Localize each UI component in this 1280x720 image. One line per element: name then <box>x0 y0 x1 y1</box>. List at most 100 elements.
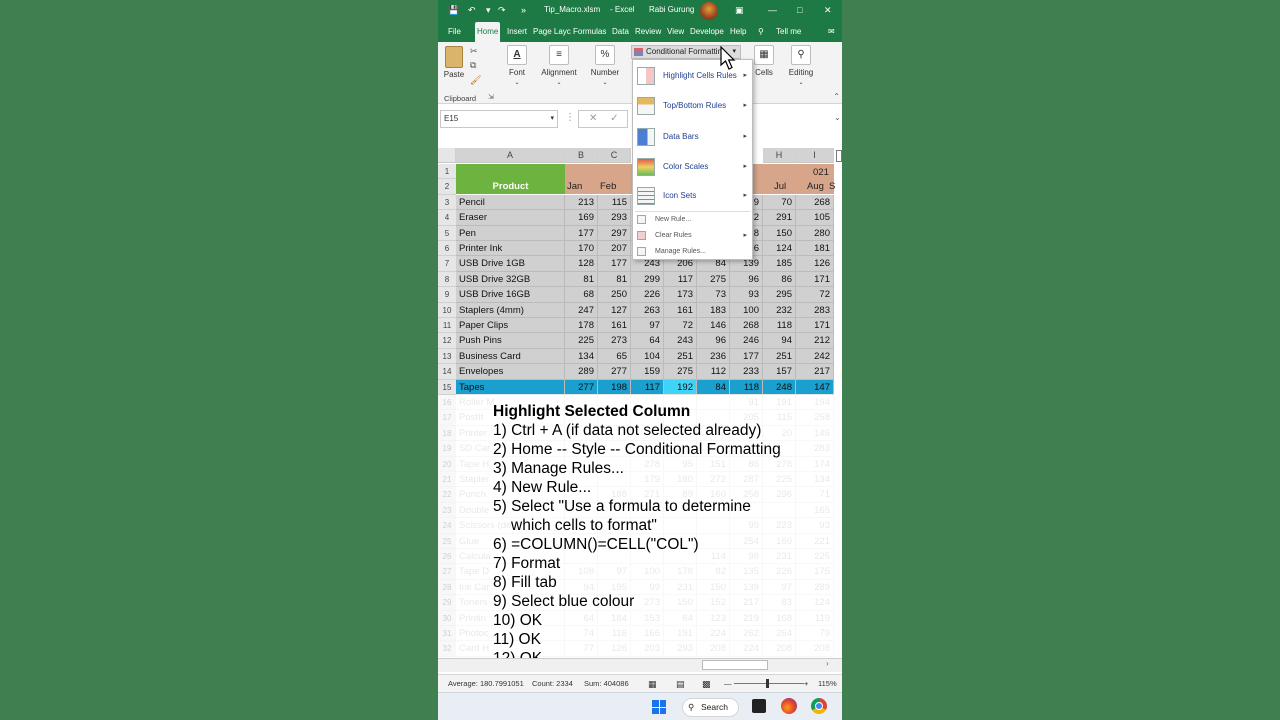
product-name-cell[interactable]: Printer Ink <box>456 241 565 257</box>
row-header[interactable]: 7 <box>438 256 456 272</box>
row-header[interactable]: 5 <box>438 225 456 241</box>
value-cell[interactable]: 251 <box>763 348 796 365</box>
value-cell[interactable]: 177 <box>565 225 598 241</box>
row-header[interactable]: 16 <box>438 395 456 411</box>
column-header-a[interactable]: A <box>456 148 565 163</box>
tab-insert[interactable]: Insert <box>505 22 529 42</box>
product-name-cell[interactable]: USB Drive 1GB <box>456 256 565 272</box>
value-cell[interactable]: 213 <box>565 194 598 211</box>
value-cell[interactable]: 93 <box>730 287 763 303</box>
value-cell[interactable]: 185 <box>763 256 796 272</box>
copy-icon[interactable]: ⧉ <box>470 60 476 71</box>
tab-review[interactable]: Review <box>633 22 663 42</box>
tab-developer[interactable]: Develope <box>688 22 726 42</box>
value-cell[interactable]: 207 <box>598 241 631 257</box>
value-cell[interactable]: 217 <box>796 364 834 380</box>
font-group-button[interactable]: A Font ⌄ <box>504 45 530 86</box>
tab-file[interactable]: File <box>446 22 463 42</box>
zoom-out-icon[interactable]: — <box>724 675 732 693</box>
cells-group-button[interactable]: ▦ Cells <box>752 45 776 77</box>
row-header[interactable]: 6 <box>438 241 456 257</box>
column-header-c[interactable]: C <box>598 148 631 163</box>
zoom-level[interactable]: 115% <box>818 675 837 693</box>
menu-item-manage-rules[interactable]: Manage Rules... <box>633 245 752 259</box>
value-cell[interactable]: 275 <box>664 364 697 380</box>
row-header[interactable]: 10 <box>438 302 456 318</box>
row-header[interactable]: 21 <box>438 472 456 488</box>
value-cell[interactable]: 289 <box>565 364 598 380</box>
value-cell[interactable]: 94 <box>763 333 796 349</box>
row-header[interactable]: 9 <box>438 287 456 303</box>
value-cell[interactable]: 247 <box>565 302 598 318</box>
value-cell[interactable]: 112 <box>697 364 730 380</box>
value-cell[interactable]: 273 <box>598 333 631 349</box>
value-cell[interactable]: 157 <box>763 364 796 380</box>
value-cell[interactable]: 118 <box>763 318 796 334</box>
row-header[interactable]: 28 <box>438 579 456 596</box>
product-name-cell[interactable]: Staplers (4mm) <box>456 302 565 318</box>
vertical-scroll-thumb[interactable] <box>836 150 842 162</box>
taskbar-search[interactable]: ⚲ Search <box>682 698 739 717</box>
row-header[interactable]: 25 <box>438 533 456 549</box>
more-commands-icon[interactable]: » <box>521 4 526 16</box>
value-cell[interactable]: 115 <box>598 194 631 211</box>
value-cell[interactable]: 84 <box>697 379 730 395</box>
row-header[interactable]: 11 <box>438 318 456 334</box>
value-cell[interactable]: 297 <box>598 225 631 241</box>
row-header[interactable]: 31 <box>438 626 456 642</box>
value-cell[interactable]: 275 <box>697 271 730 288</box>
alignment-group-button[interactable]: ≡ Alignment ⌄ <box>538 45 580 86</box>
value-cell[interactable]: 65 <box>598 348 631 365</box>
value-cell[interactable]: 242 <box>796 348 834 365</box>
menu-item-data-bars[interactable]: Data Bars ▸ <box>633 125 752 149</box>
comments-icon[interactable]: ✉ <box>826 22 837 42</box>
value-cell[interactable]: 100 <box>730 302 763 318</box>
value-cell[interactable]: 169 <box>565 210 598 226</box>
row-header-1[interactable]: 1 <box>438 164 456 180</box>
horizontal-scrollbar-thumb[interactable] <box>702 660 768 670</box>
undo-dropdown-icon[interactable]: ▾ <box>486 4 491 16</box>
row-header[interactable]: 23 <box>438 502 456 519</box>
tell-me-search[interactable]: Tell me <box>774 22 803 42</box>
row-header[interactable]: 22 <box>438 487 456 503</box>
row-header[interactable]: 3 <box>438 194 456 211</box>
value-cell[interactable]: 236 <box>697 348 730 365</box>
avatar[interactable] <box>700 2 718 20</box>
value-cell[interactable]: 81 <box>565 271 598 288</box>
close-icon[interactable]: ✕ <box>824 4 832 16</box>
lightbulb-icon[interactable]: ⚲ <box>756 22 766 42</box>
value-cell[interactable]: 124 <box>763 241 796 257</box>
formula-bar-options-icon[interactable]: ⋮ <box>565 112 575 123</box>
product-name-cell[interactable]: Pencil <box>456 194 565 211</box>
value-cell[interactable]: 225 <box>565 333 598 349</box>
name-box-dropdown-icon[interactable]: ▾ <box>550 111 554 127</box>
name-box[interactable]: E15 ▾ <box>440 110 558 128</box>
value-cell[interactable]: 127 <box>598 302 631 318</box>
scroll-right-icon[interactable]: › <box>826 659 829 668</box>
value-cell[interactable]: 233 <box>730 364 763 380</box>
menu-item-top-bottom-rules[interactable]: Top/Bottom Rules ▸ <box>633 94 752 118</box>
value-cell[interactable]: 263 <box>631 302 664 318</box>
value-cell[interactable]: 246 <box>730 333 763 349</box>
value-cell[interactable]: 161 <box>598 318 631 334</box>
value-cell[interactable]: 72 <box>796 287 834 303</box>
menu-item-color-scales[interactable]: Color Scales ▸ <box>633 155 752 179</box>
page-layout-view-icon[interactable]: ▤ <box>676 675 685 693</box>
value-cell[interactable]: 171 <box>796 318 834 334</box>
maximize-icon[interactable]: □ <box>797 4 802 16</box>
value-cell[interactable]: 181 <box>796 241 834 257</box>
undo-icon[interactable]: ↶ <box>468 4 476 16</box>
value-cell[interactable]: 70 <box>763 194 796 211</box>
row-header[interactable]: 24 <box>438 518 456 534</box>
value-cell[interactable]: 170 <box>565 241 598 257</box>
tab-formulas[interactable]: Formulas <box>571 22 608 42</box>
tab-data[interactable]: Data <box>610 22 631 42</box>
value-cell[interactable]: 96 <box>697 333 730 349</box>
clipboard-launcher-icon[interactable]: ⇲ <box>488 93 494 101</box>
value-cell[interactable]: 178 <box>565 318 598 334</box>
value-cell[interactable]: 159 <box>631 364 664 380</box>
row-header[interactable]: 18 <box>438 425 456 442</box>
value-cell[interactable]: 134 <box>565 348 598 365</box>
product-name-cell[interactable]: Business Card <box>456 348 565 365</box>
row-header[interactable]: 8 <box>438 271 456 288</box>
